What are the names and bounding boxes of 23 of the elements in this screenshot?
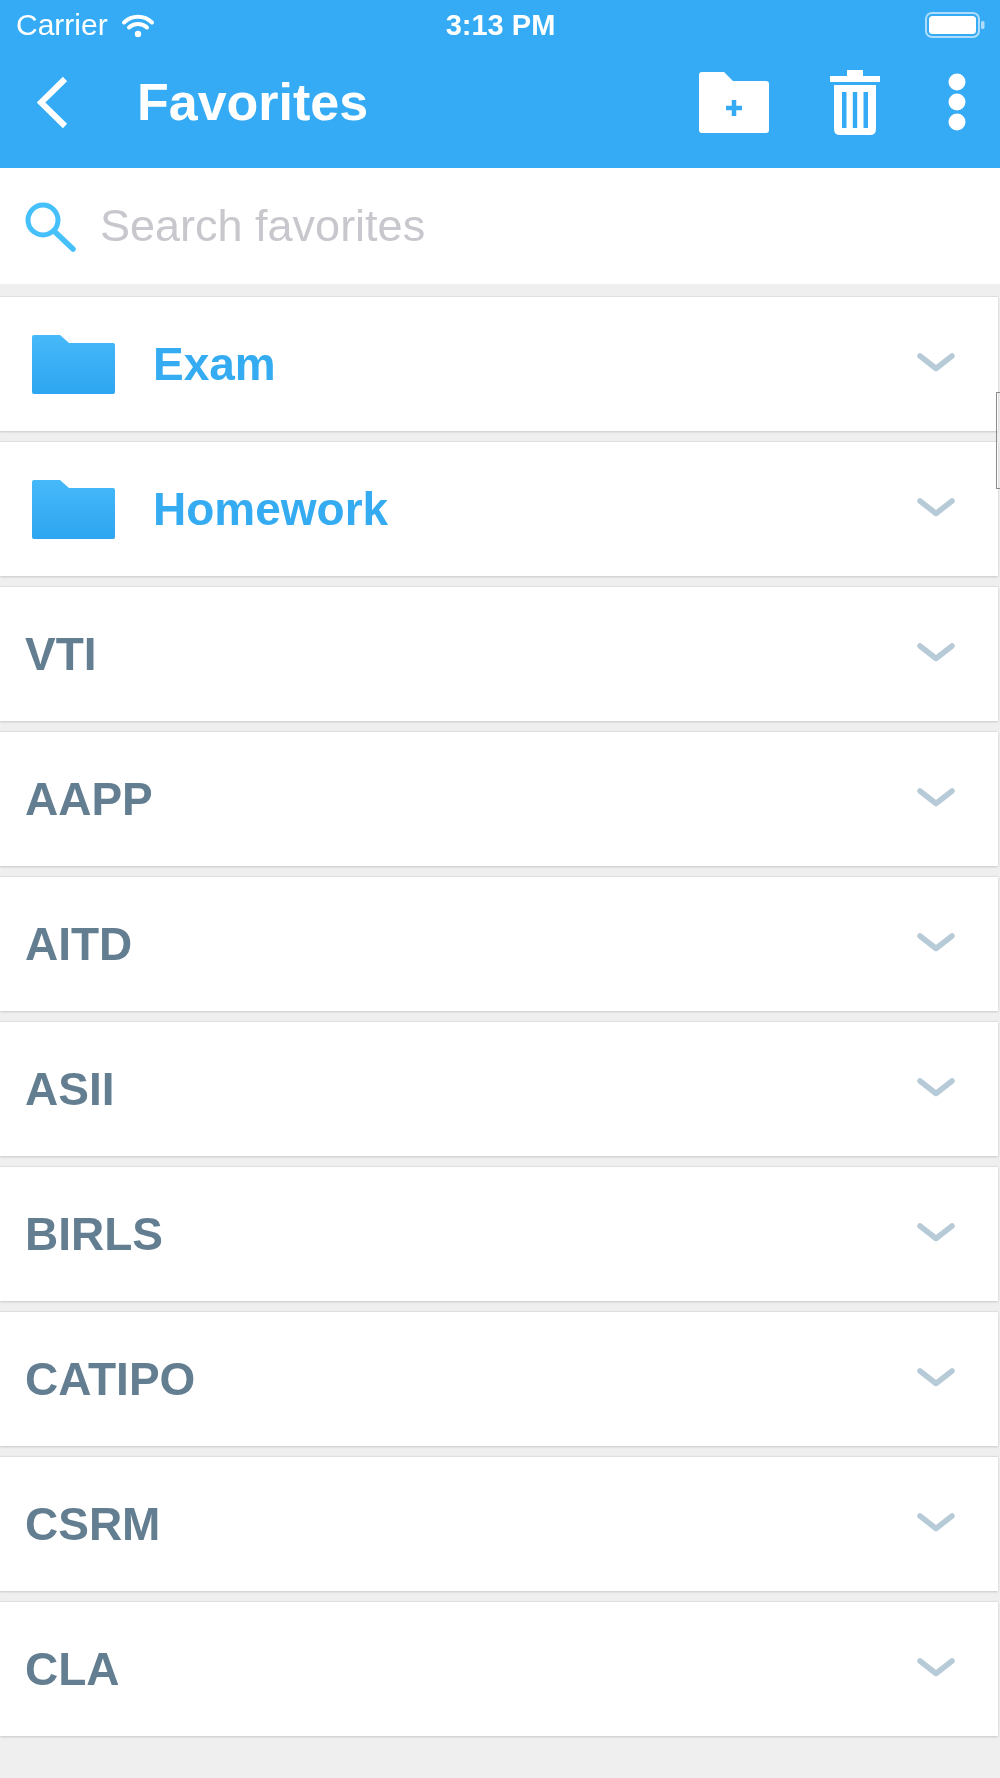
list-item[interactable]: AITD [0,877,998,1011]
clock-time: 3:13 PM [445,8,556,42]
list-item[interactable]: AAPP [0,732,998,866]
search-field[interactable]: Search favorites [100,197,520,255]
search-icon [24,200,76,252]
list-item[interactable]: Homework [0,442,998,576]
list-item[interactable]: CSRM [0,1457,998,1591]
wifi-icon [120,12,155,38]
list-item[interactable]: BIRLS [0,1167,998,1301]
folder-icon [32,479,115,539]
trash-icon[interactable] [830,69,880,135]
folder-icon [32,334,115,394]
new-folder-icon[interactable] [699,71,769,133]
more-icon[interactable] [948,73,966,131]
list-item[interactable]: VTI [0,587,998,721]
page-title: Favorites [137,72,369,132]
list-item[interactable]: ASII [0,1022,998,1156]
list-item[interactable]: CLA [0,1602,998,1736]
back-icon[interactable] [35,75,69,129]
list-item[interactable]: Exam [0,297,998,431]
list-item[interactable]: CATIPO [0,1312,998,1446]
battery-icon [925,12,985,38]
carrier-label: Carrier [16,8,108,42]
